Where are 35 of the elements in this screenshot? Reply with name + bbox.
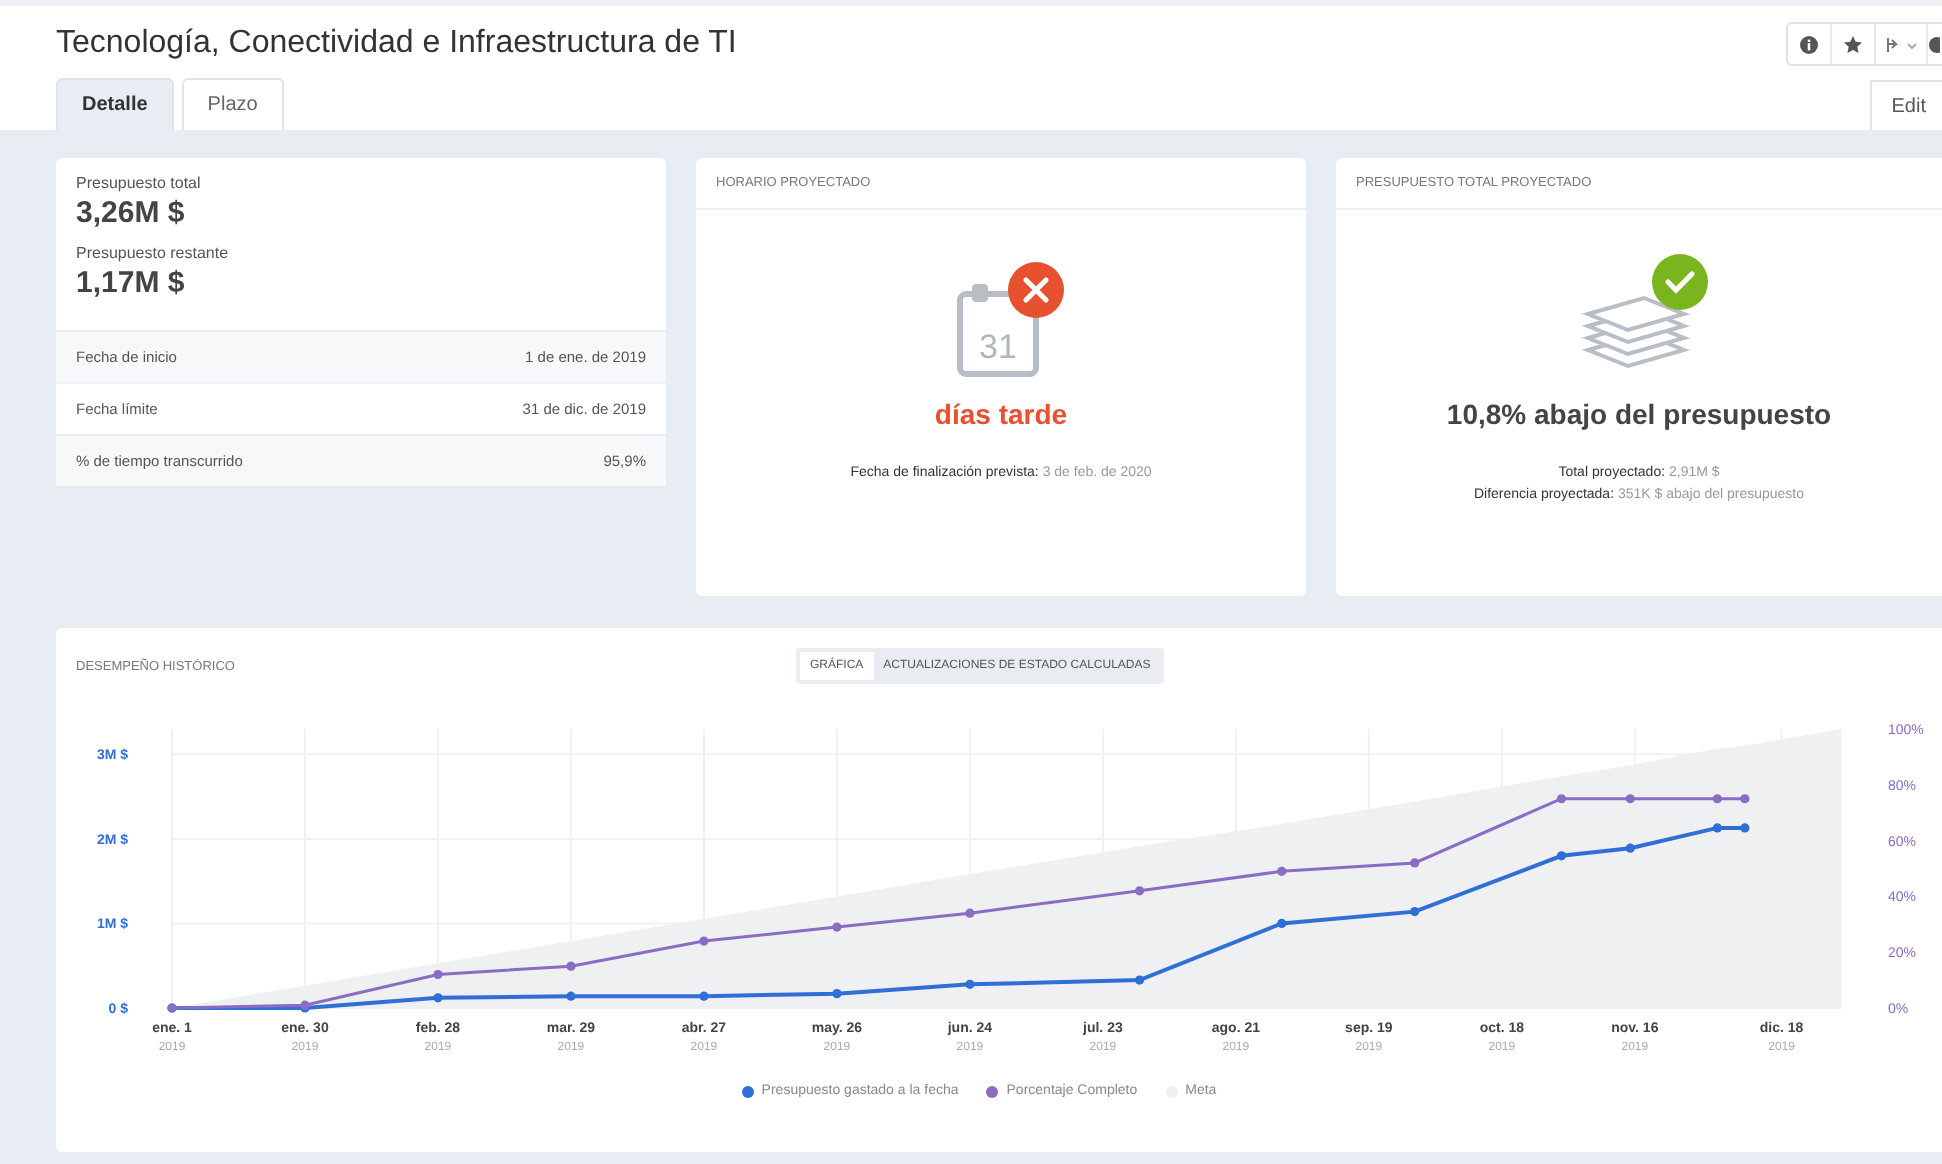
data-point — [699, 991, 709, 1001]
data-point — [1556, 851, 1567, 861]
data-point — [699, 936, 709, 946]
data-point — [433, 993, 443, 1003]
page-title: Tecnología, Conectividad e Infraestructura de TI — [56, 26, 737, 62]
data-point — [1712, 794, 1722, 804]
data-point — [832, 922, 842, 932]
data-point — [1135, 886, 1145, 896]
data-point — [1712, 823, 1722, 833]
data-point — [566, 991, 576, 1001]
tab[interactable]: Detalle — [56, 78, 174, 130]
data-point — [1625, 794, 1635, 804]
data-point — [1556, 794, 1567, 804]
tab[interactable]: Plazo — [181, 78, 284, 130]
data-point — [1625, 843, 1635, 853]
data-point — [1410, 907, 1420, 917]
data-point — [1740, 794, 1750, 804]
data-point — [965, 908, 975, 918]
data-point — [433, 969, 443, 980]
edit-button[interactable]: Edit — [1869, 80, 1942, 130]
data-point — [965, 979, 975, 989]
data-point — [566, 961, 576, 971]
data-point — [1277, 918, 1287, 929]
stat-label: Presupuesto restante — [76, 244, 231, 262]
status-headline: días tarde — [934, 398, 1068, 430]
data-point — [1135, 975, 1145, 985]
data-point — [1740, 823, 1750, 833]
status-headline: 10,8% abajo del presupuesto — [1446, 398, 1832, 430]
data-point — [832, 989, 842, 999]
money-stack-icon — [1579, 290, 1691, 370]
data-point — [1277, 866, 1287, 876]
stat-label: Presupuesto total — [76, 174, 203, 192]
stat-value: 1,17M $ — [76, 266, 187, 300]
data-point — [1410, 858, 1420, 868]
stat-value: 3,26M $ — [76, 196, 187, 230]
